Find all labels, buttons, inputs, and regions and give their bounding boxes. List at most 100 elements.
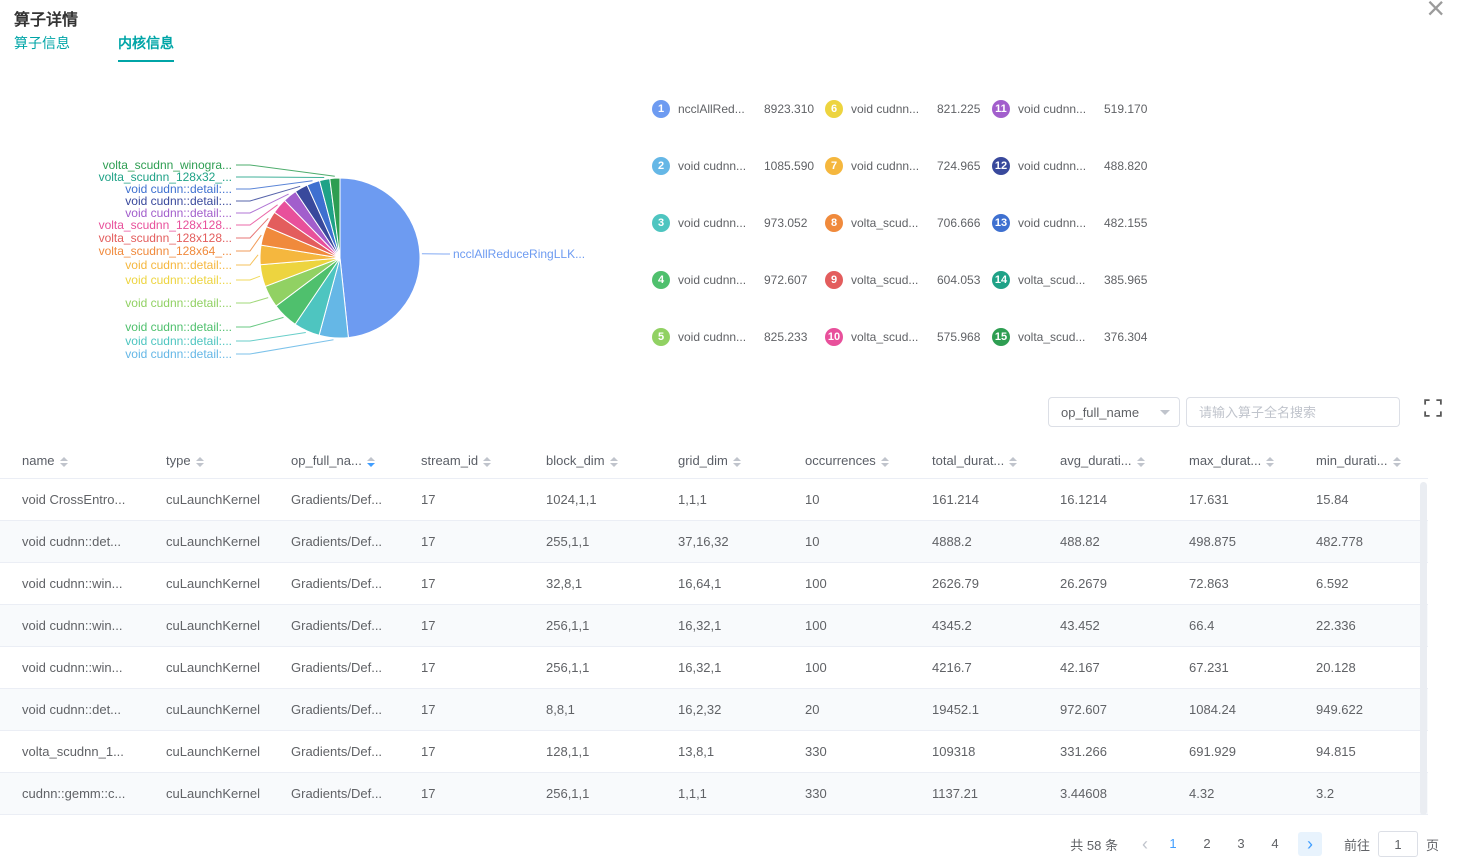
column-header-occurrences[interactable]: occurrences [799, 443, 926, 479]
legend-name: void cudnn... [1018, 216, 1096, 230]
table-cell: 37,16,32 [672, 521, 799, 563]
sort-icon[interactable] [1137, 457, 1145, 467]
column-label: total_durat... [932, 453, 1004, 468]
column-label: type [166, 453, 191, 468]
sort-icon[interactable] [60, 457, 68, 467]
legend-item-rank-9[interactable]: 9volta_scud...604.053 [825, 270, 992, 290]
page-number-1[interactable]: 1 [1156, 832, 1190, 856]
tab-kernel-info[interactable]: 内核信息 [118, 33, 174, 62]
legend-name: void cudnn... [851, 102, 929, 116]
table-cell: 16,2,32 [672, 689, 799, 731]
goto-unit-label: 页 [1426, 835, 1439, 854]
table-row[interactable]: void CrossEntro...cuLaunchKernelGradient… [0, 479, 1428, 521]
sort-icon[interactable] [1009, 457, 1017, 467]
table-cell: cuLaunchKernel [160, 731, 285, 773]
legend-item-rank-5[interactable]: 5void cudnn...825.233 [652, 327, 825, 347]
fullscreen-icon[interactable] [1424, 399, 1442, 417]
table-row[interactable]: void cudnn::det...cuLaunchKernelGradient… [0, 521, 1428, 563]
tab-operator-info[interactable]: 算子信息 [14, 33, 70, 62]
pie-label-line [236, 317, 284, 327]
table-row[interactable]: cudnn::gemm::c...cuLaunchKernelGradients… [0, 773, 1428, 815]
sort-icon[interactable] [483, 457, 491, 467]
page-number-2[interactable]: 2 [1190, 832, 1224, 856]
table-header-row: name type op_full_na...stream_idblock_dimg… [0, 443, 1428, 479]
pie-slice-label: void cudnn::detail:... [125, 296, 232, 310]
legend-item-rank-12[interactable]: 12void cudnn...488.820 [992, 156, 1162, 176]
search-field-select[interactable]: op_full_name [1048, 397, 1180, 427]
prev-page-icon[interactable]: ‹ [1142, 835, 1148, 853]
column-header-type[interactable]: type [160, 443, 285, 479]
sort-icon[interactable] [196, 457, 204, 467]
legend-rank-badge: 2 [652, 157, 670, 175]
column-header-stream_id[interactable]: stream_id [415, 443, 540, 479]
table-cell: void cudnn::win... [0, 605, 160, 647]
pie-slice-label: volta_scudnn_winogra... [103, 158, 232, 172]
sort-icon[interactable] [881, 457, 889, 467]
pie-slice-label: void cudnn::detail:... [125, 182, 232, 196]
table-cell: 3.2 [1310, 773, 1428, 815]
table-cell: 256,1,1 [540, 647, 672, 689]
legend-item-rank-2[interactable]: 2void cudnn...1085.590 [652, 156, 825, 176]
next-page-icon[interactable]: › [1298, 832, 1322, 856]
sort-icon[interactable] [1393, 457, 1401, 467]
legend-value: 1085.590 [764, 159, 814, 173]
table-cell: 17 [415, 605, 540, 647]
legend-item-rank-1[interactable]: 1ncclAllRed...8923.310 [652, 99, 825, 119]
table-row[interactable]: volta_scudnn_1...cuLaunchKernelGradients… [0, 731, 1428, 773]
legend-item-rank-4[interactable]: 4void cudnn...972.607 [652, 270, 825, 290]
column-header-grid_dim[interactable]: grid_dim [672, 443, 799, 479]
legend-rank-badge: 14 [992, 271, 1010, 289]
table-row[interactable]: void cudnn::win...cuLaunchKernelGradient… [0, 647, 1428, 689]
pie-slice-rank-1[interactable] [340, 178, 420, 338]
close-icon[interactable]: × [1426, 0, 1445, 24]
table-cell: cuLaunchKernel [160, 521, 285, 563]
legend-value: 972.607 [764, 273, 807, 287]
table-cell: 482.778 [1310, 521, 1428, 563]
goto-page-input[interactable] [1378, 831, 1418, 857]
column-header-avg_durati[interactable]: avg_durati... [1054, 443, 1183, 479]
column-header-name[interactable]: name [0, 443, 160, 479]
legend-item-rank-8[interactable]: 8volta_scud...706.666 [825, 213, 992, 233]
sort-icon[interactable] [1266, 457, 1274, 467]
table-row[interactable]: void cudnn::det...cuLaunchKernelGradient… [0, 689, 1428, 731]
table-scrollbar[interactable] [1420, 482, 1427, 815]
pie-label-line [236, 235, 261, 251]
table-cell: cudnn::gemm::c... [0, 773, 160, 815]
legend-item-rank-10[interactable]: 10volta_scud...575.968 [825, 327, 992, 347]
column-label: avg_durati... [1060, 453, 1132, 468]
sort-icon[interactable] [610, 457, 618, 467]
table-cell: 17 [415, 773, 540, 815]
table-cell: Gradients/Def... [285, 647, 415, 689]
kernel-duration-pie-chart: ncclAllReduceRingLLK...void cudnn::detai… [0, 80, 660, 385]
table-cell: 10 [799, 479, 926, 521]
legend-item-rank-13[interactable]: 13void cudnn...482.155 [992, 213, 1162, 233]
column-header-block_dim[interactable]: block_dim [540, 443, 672, 479]
legend-item-rank-3[interactable]: 3void cudnn...973.052 [652, 213, 825, 233]
legend-item-rank-14[interactable]: 14volta_scud...385.965 [992, 270, 1162, 290]
legend-item-rank-11[interactable]: 11void cudnn...519.170 [992, 99, 1162, 119]
legend-item-rank-7[interactable]: 7void cudnn...724.965 [825, 156, 992, 176]
table-cell: 42.167 [1054, 647, 1183, 689]
table-cell: cuLaunchKernel [160, 689, 285, 731]
column-header-total_durat[interactable]: total_durat... [926, 443, 1054, 479]
search-input[interactable] [1186, 397, 1400, 427]
legend-item-rank-15[interactable]: 15volta_scud...376.304 [992, 327, 1162, 347]
table-row[interactable]: void cudnn::win...cuLaunchKernelGradient… [0, 563, 1428, 605]
table-row[interactable]: void cudnn::win...cuLaunchKernelGradient… [0, 605, 1428, 647]
page-number-3[interactable]: 3 [1224, 832, 1258, 856]
legend-rank-badge: 7 [825, 157, 843, 175]
column-header-op_full_na[interactable]: op_full_na... [285, 443, 415, 479]
sort-icon[interactable] [367, 457, 375, 467]
operator-search [1186, 397, 1400, 427]
legend-item-rank-6[interactable]: 6void cudnn...821.225 [825, 99, 992, 119]
goto-label: 前往 [1344, 835, 1370, 854]
column-header-min_durati[interactable]: min_durati... [1310, 443, 1428, 479]
legend-name: void cudnn... [678, 330, 756, 344]
page-number-4[interactable]: 4 [1258, 832, 1292, 856]
chevron-down-icon [1160, 410, 1170, 420]
table-cell: 128,1,1 [540, 731, 672, 773]
legend-value: 825.233 [764, 330, 807, 344]
pie-slice-label: void cudnn::detail:... [125, 273, 232, 287]
column-header-max_durat[interactable]: max_durat... [1183, 443, 1310, 479]
sort-icon[interactable] [733, 457, 741, 467]
